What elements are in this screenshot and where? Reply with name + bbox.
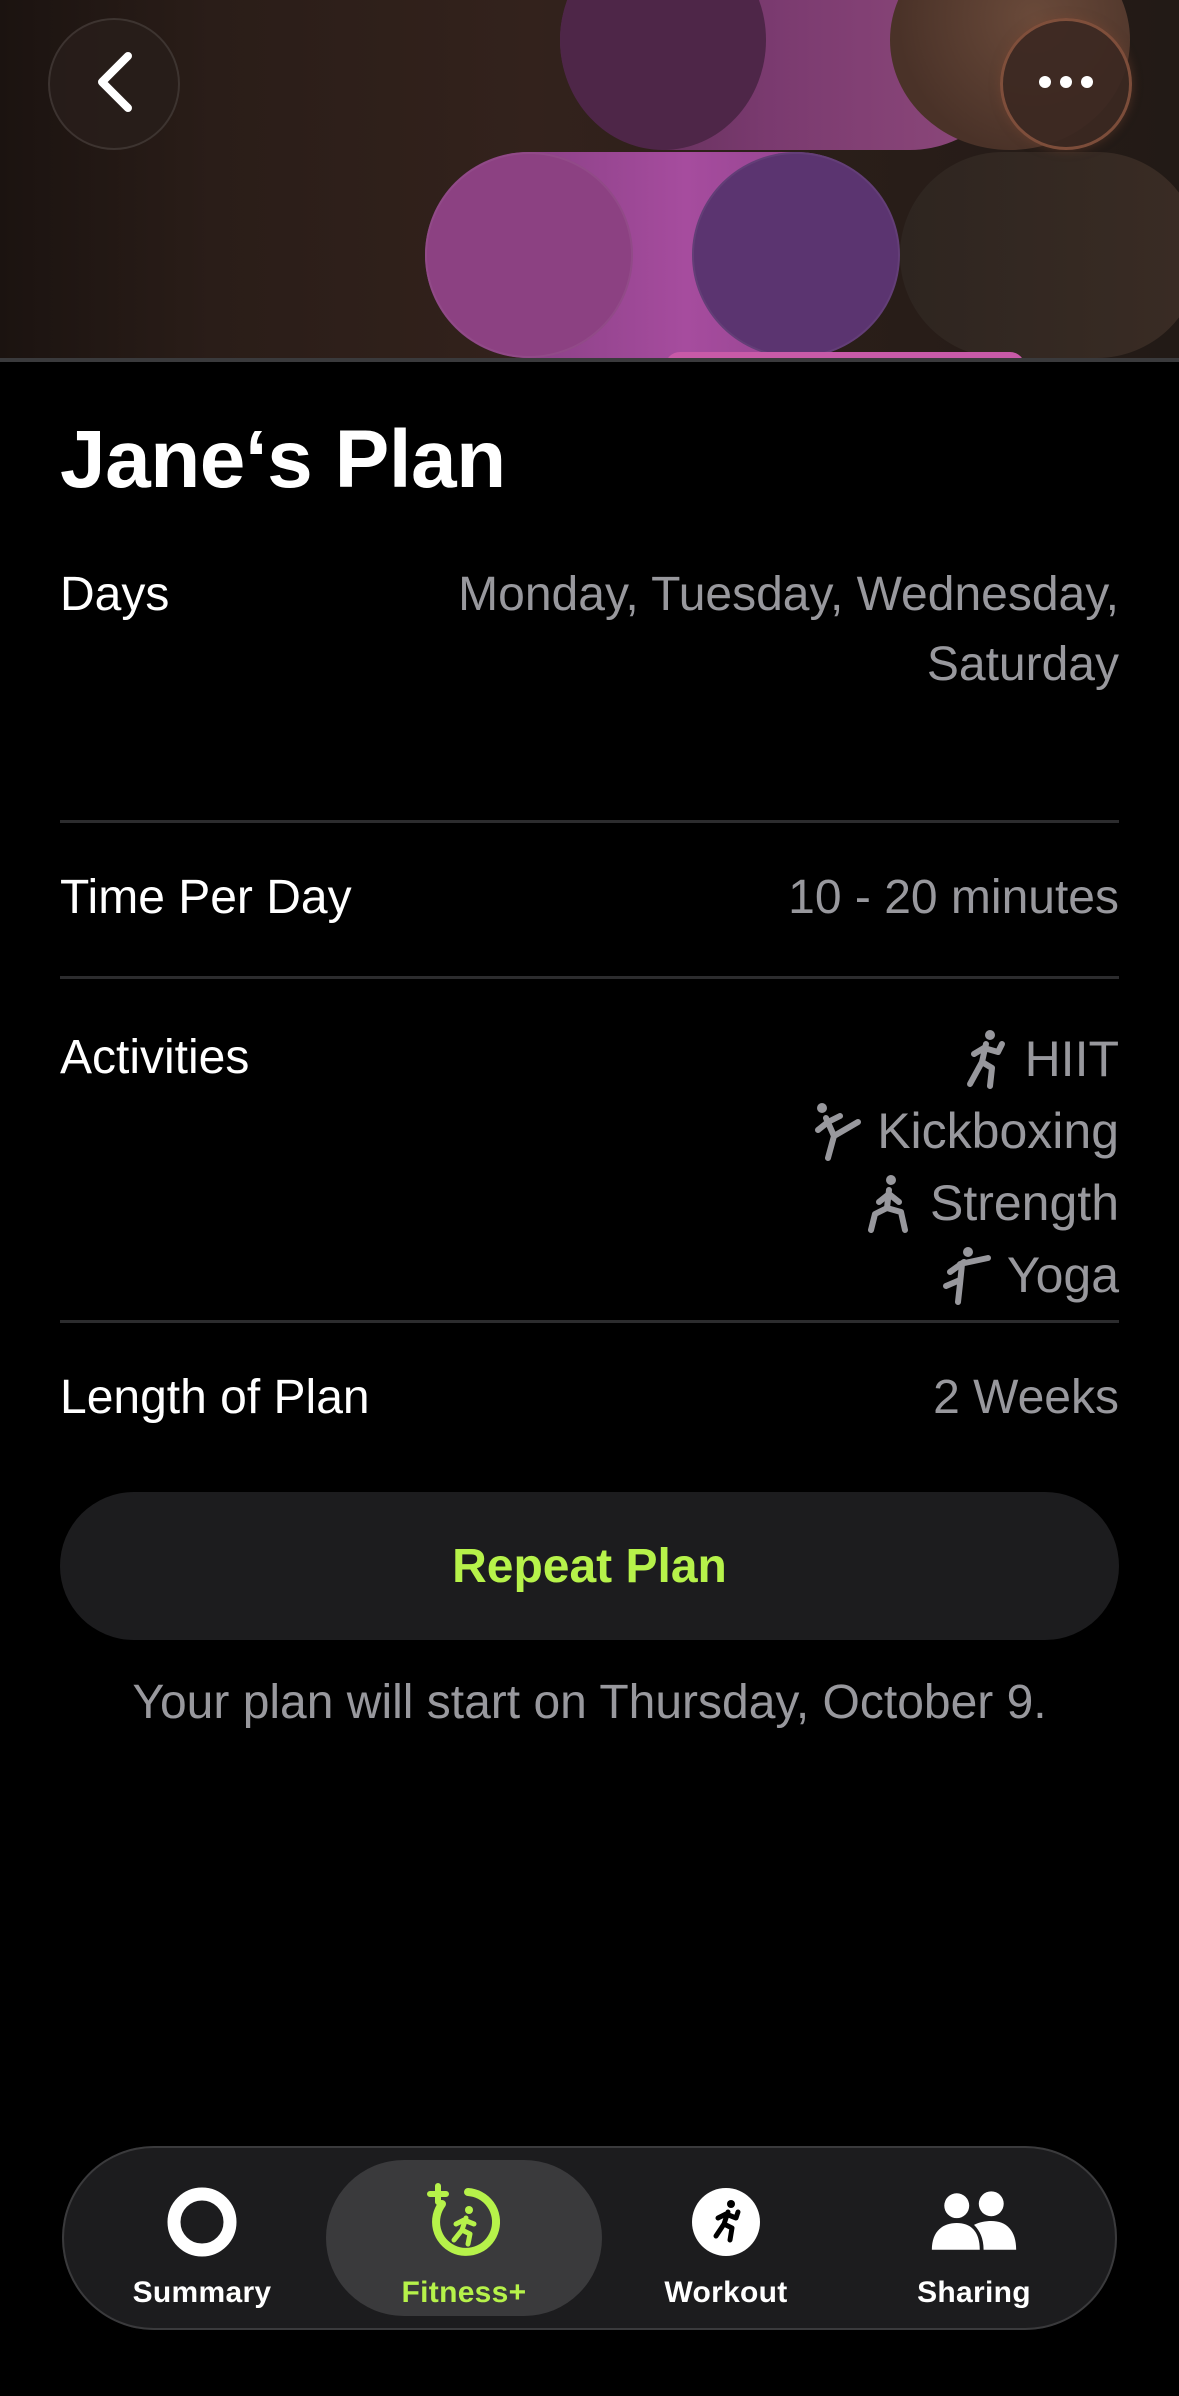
- tab-sharing[interactable]: Sharing: [840, 2160, 1108, 2316]
- plan-details: Jane‘s Plan Days Monday, Tuesday, Wednes…: [60, 410, 1119, 1453]
- fitness-plus-icon: [418, 2176, 510, 2268]
- page-title: Jane‘s Plan: [60, 414, 506, 505]
- length-of-plan-row: Length of Plan 2 Weeks: [60, 1323, 1119, 1453]
- time-per-day-row: Time Per Day 10 - 20 minutes: [60, 823, 1119, 979]
- activity-label: HIIT: [1024, 1031, 1119, 1087]
- hiit-icon: [959, 1028, 1011, 1090]
- tab-label: Sharing: [917, 2276, 1031, 2309]
- activities-row: Activities HIIT Kickboxing Strength Yoga: [60, 979, 1119, 1323]
- tab-workout[interactable]: Workout: [592, 2160, 860, 2316]
- activity-item: Yoga: [941, 1239, 1119, 1311]
- tab-fitness-plus[interactable]: Fitness+: [326, 2160, 602, 2316]
- back-button[interactable]: [48, 18, 180, 150]
- time-per-day-label: Time Per Day: [60, 871, 352, 924]
- running-figure-icon: [680, 2176, 772, 2268]
- activity-ring-icon: [156, 2176, 248, 2268]
- ellipsis-icon: [1038, 75, 1094, 94]
- activities-label: Activities: [60, 1031, 250, 1084]
- more-options-button[interactable]: [1000, 18, 1132, 150]
- kickboxing-icon: [811, 1100, 863, 1162]
- activity-item: Kickboxing: [811, 1095, 1119, 1167]
- tab-summary[interactable]: Summary: [68, 2160, 336, 2316]
- days-value-line-1: Monday, Tuesday, Wednesday,: [458, 568, 1119, 621]
- yoga-icon: [941, 1244, 993, 1306]
- days-label: Days: [60, 568, 170, 621]
- activity-label: Yoga: [1006, 1247, 1119, 1303]
- activity-label: Kickboxing: [877, 1103, 1119, 1159]
- tab-label: Workout: [664, 2276, 788, 2309]
- plan-detail-screen: Jane‘s Plan Days Monday, Tuesday, Wednes…: [0, 0, 1179, 2396]
- tab-label: Summary: [132, 2276, 272, 2309]
- header-divider: [0, 358, 1179, 362]
- activity-item: Strength: [864, 1167, 1119, 1239]
- activity-item: HIIT: [959, 1023, 1119, 1095]
- length-of-plan-label: Length of Plan: [60, 1371, 370, 1424]
- days-row: Days Monday, Tuesday, Wednesday, Saturda…: [60, 520, 1119, 823]
- people-icon: [928, 2176, 1020, 2268]
- activity-label: Strength: [929, 1175, 1119, 1231]
- chevron-left-icon: [92, 50, 136, 119]
- time-per-day-value: 10 - 20 minutes: [788, 871, 1119, 924]
- strength-icon: [864, 1172, 916, 1234]
- activities-list: HIIT Kickboxing Strength Yoga: [811, 1023, 1119, 1311]
- plan-start-note: Your plan will start on Thursday, Octobe…: [132, 1676, 1047, 1729]
- tab-bar: Summary Fitness+ Workout Sharing: [62, 2146, 1117, 2330]
- length-of-plan-value: 2 Weeks: [933, 1371, 1119, 1424]
- tab-label: Fitness+: [401, 2276, 527, 2309]
- repeat-plan-button[interactable]: Repeat Plan: [60, 1492, 1119, 1640]
- header-artwork: [0, 0, 1179, 362]
- days-value: Monday, Tuesday, Wednesday, Saturday: [458, 560, 1119, 700]
- days-value-line-2: Saturday: [926, 638, 1119, 691]
